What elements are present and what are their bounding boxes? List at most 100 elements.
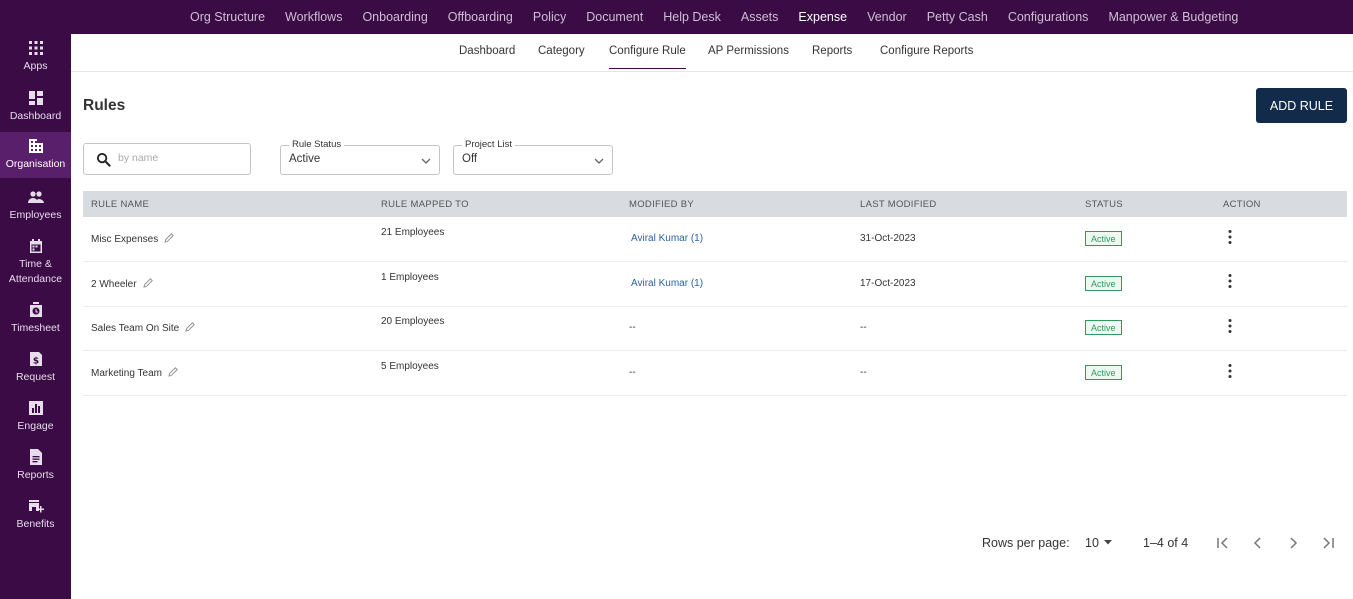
- header-action: ACTION: [1223, 199, 1261, 210]
- sidebar-item-label: Request: [15, 371, 56, 383]
- rule-status-label: Rule Status: [289, 139, 345, 150]
- tab-category[interactable]: Category: [538, 45, 585, 57]
- sidebar-item-dashboard[interactable]: Dashboard: [0, 90, 71, 134]
- tab-dashboard[interactable]: Dashboard: [459, 45, 515, 57]
- rule-mapped-cell: 21 Employees: [381, 227, 445, 238]
- table-row: Misc Expenses 21 Employees Aviral Kumar …: [83, 217, 1347, 262]
- topnav-offboarding[interactable]: Offboarding: [448, 10, 513, 24]
- tab-configure-rule[interactable]: Configure Rule: [609, 45, 686, 69]
- sidebar-item-label: Engage: [17, 420, 54, 432]
- topnav-vendor[interactable]: Vendor: [867, 10, 907, 24]
- rule-status-select[interactable]: Rule Status Active: [280, 139, 440, 175]
- next-page-icon[interactable]: [1284, 534, 1302, 552]
- topnav-org-structure[interactable]: Org Structure: [190, 10, 265, 24]
- sidebar-item-timesheet[interactable]: Timesheet: [0, 302, 71, 346]
- edit-pencil-icon[interactable]: [164, 233, 175, 243]
- topnav-policy[interactable]: Policy: [533, 10, 566, 24]
- rows-per-page-label: Rows per page:: [982, 536, 1070, 550]
- benefits-icon: [28, 500, 44, 513]
- modified-by-cell: --: [629, 322, 636, 333]
- top-nav: Org Structure Workflows Onboarding Offbo…: [190, 0, 1258, 34]
- topnav-manpower-budgeting[interactable]: Manpower & Budgeting: [1108, 10, 1238, 24]
- calendar-icon: [29, 239, 42, 253]
- chevron-down-icon: [594, 158, 604, 164]
- sidebar-item-request[interactable]: $ Request: [0, 351, 71, 395]
- building-icon: [28, 139, 43, 153]
- sidebar-item-benefits[interactable]: Benefits: [0, 498, 71, 542]
- search-input[interactable]: [118, 152, 238, 164]
- edit-pencil-icon[interactable]: [168, 367, 178, 377]
- project-list-value: Off: [462, 153, 478, 165]
- rule-name-cell: Sales Team On Site: [91, 322, 196, 334]
- modified-by-link[interactable]: Aviral Kumar (1): [631, 278, 703, 289]
- topnav-assets[interactable]: Assets: [741, 10, 779, 24]
- rule-name-cell: Marketing Team: [91, 367, 178, 379]
- table-row: Marketing Team 5 Employees -- -- Active: [83, 351, 1347, 396]
- rows-per-page-select[interactable]: 10: [1085, 536, 1113, 550]
- last-modified-cell: --: [860, 367, 867, 378]
- first-page-icon[interactable]: [1214, 534, 1232, 552]
- topnav-workflows[interactable]: Workflows: [285, 10, 342, 24]
- rule-name: Marketing Team: [91, 368, 162, 379]
- tab-configure-reports[interactable]: Configure Reports: [880, 45, 973, 57]
- page-range: 1–4 of 4: [1143, 536, 1189, 550]
- sidebar-item-label: Organisation: [5, 158, 66, 170]
- sidebar-item-label: Apps: [23, 60, 48, 72]
- last-page-icon[interactable]: [1319, 534, 1337, 552]
- sidebar-item-label: Time & Attendance: [8, 258, 63, 285]
- sidebar-item-label: Dashboard: [9, 110, 62, 122]
- topnav-onboarding[interactable]: Onboarding: [362, 10, 427, 24]
- sidebar-item-engage[interactable]: Engage: [0, 400, 71, 444]
- table-row: 2 Wheeler 1 Employees Aviral Kumar (1) 1…: [83, 262, 1347, 307]
- rule-name-cell: Misc Expenses: [91, 233, 175, 245]
- topnav-expense[interactable]: Expense: [798, 10, 847, 24]
- edit-pencil-icon[interactable]: [142, 278, 153, 288]
- modified-by-link[interactable]: Aviral Kumar (1): [631, 233, 703, 244]
- header-rule-name: RULE NAME: [91, 199, 150, 210]
- page-title: Rules: [83, 97, 126, 114]
- edit-pencil-icon[interactable]: [185, 322, 196, 332]
- rule-status-value: Active: [289, 153, 321, 165]
- topnav-help-desk[interactable]: Help Desk: [663, 10, 721, 24]
- search-icon: [96, 152, 111, 167]
- last-modified-cell: 17-Oct-2023: [860, 278, 916, 289]
- search-box[interactable]: [83, 143, 251, 175]
- more-vert-icon[interactable]: [1224, 318, 1236, 334]
- previous-page-icon[interactable]: [1249, 534, 1267, 552]
- rule-name: Sales Team On Site: [91, 323, 180, 334]
- sidebar-item-apps[interactable]: Apps: [0, 40, 71, 84]
- rule-mapped-cell: 5 Employees: [381, 361, 439, 372]
- last-modified-cell: --: [860, 322, 867, 333]
- chart-icon: [28, 401, 43, 415]
- more-vert-icon[interactable]: [1224, 229, 1236, 245]
- more-vert-icon[interactable]: [1224, 363, 1236, 379]
- tab-ap-permissions[interactable]: AP Permissions: [708, 45, 789, 57]
- rule-mapped-cell: 1 Employees: [381, 272, 439, 283]
- sidebar-item-reports[interactable]: Reports: [0, 449, 71, 493]
- sidebar-item-label: Employees: [9, 209, 62, 221]
- rule-name-cell: 2 Wheeler: [91, 278, 153, 290]
- request-dollar-icon: $: [29, 352, 42, 367]
- more-vert-icon[interactable]: [1224, 273, 1236, 289]
- project-list-select[interactable]: Project List Off: [453, 139, 613, 175]
- header-modified-by: MODIFIED BY: [629, 199, 695, 210]
- sub-nav: Dashboard Category Configure Rule AP Per…: [71, 34, 1353, 72]
- modified-by-cell: --: [629, 367, 636, 378]
- sidebar-item-organisation[interactable]: Organisation: [0, 132, 71, 178]
- header-rule-mapped-to: RULE MAPPED TO: [381, 199, 469, 210]
- topnav-document[interactable]: Document: [586, 10, 643, 24]
- sidebar-item-label: Reports: [17, 469, 54, 481]
- topnav-configurations[interactable]: Configurations: [1008, 10, 1089, 24]
- add-rule-button[interactable]: ADD RULE: [1256, 88, 1347, 123]
- topnav-petty-cash[interactable]: Petty Cash: [927, 10, 988, 24]
- dashboard-icon: [28, 91, 43, 105]
- tab-reports[interactable]: Reports: [812, 45, 852, 57]
- people-icon: [27, 191, 44, 203]
- chevron-down-icon: [421, 158, 431, 164]
- status-badge: Active: [1085, 231, 1122, 246]
- sidebar-item-time-attendance[interactable]: Time & Attendance: [0, 238, 71, 296]
- report-icon: [29, 449, 42, 465]
- svg-text:$: $: [32, 357, 38, 367]
- sidebar-item-employees[interactable]: Employees: [0, 189, 71, 233]
- rule-mapped-cell: 20 Employees: [381, 316, 445, 327]
